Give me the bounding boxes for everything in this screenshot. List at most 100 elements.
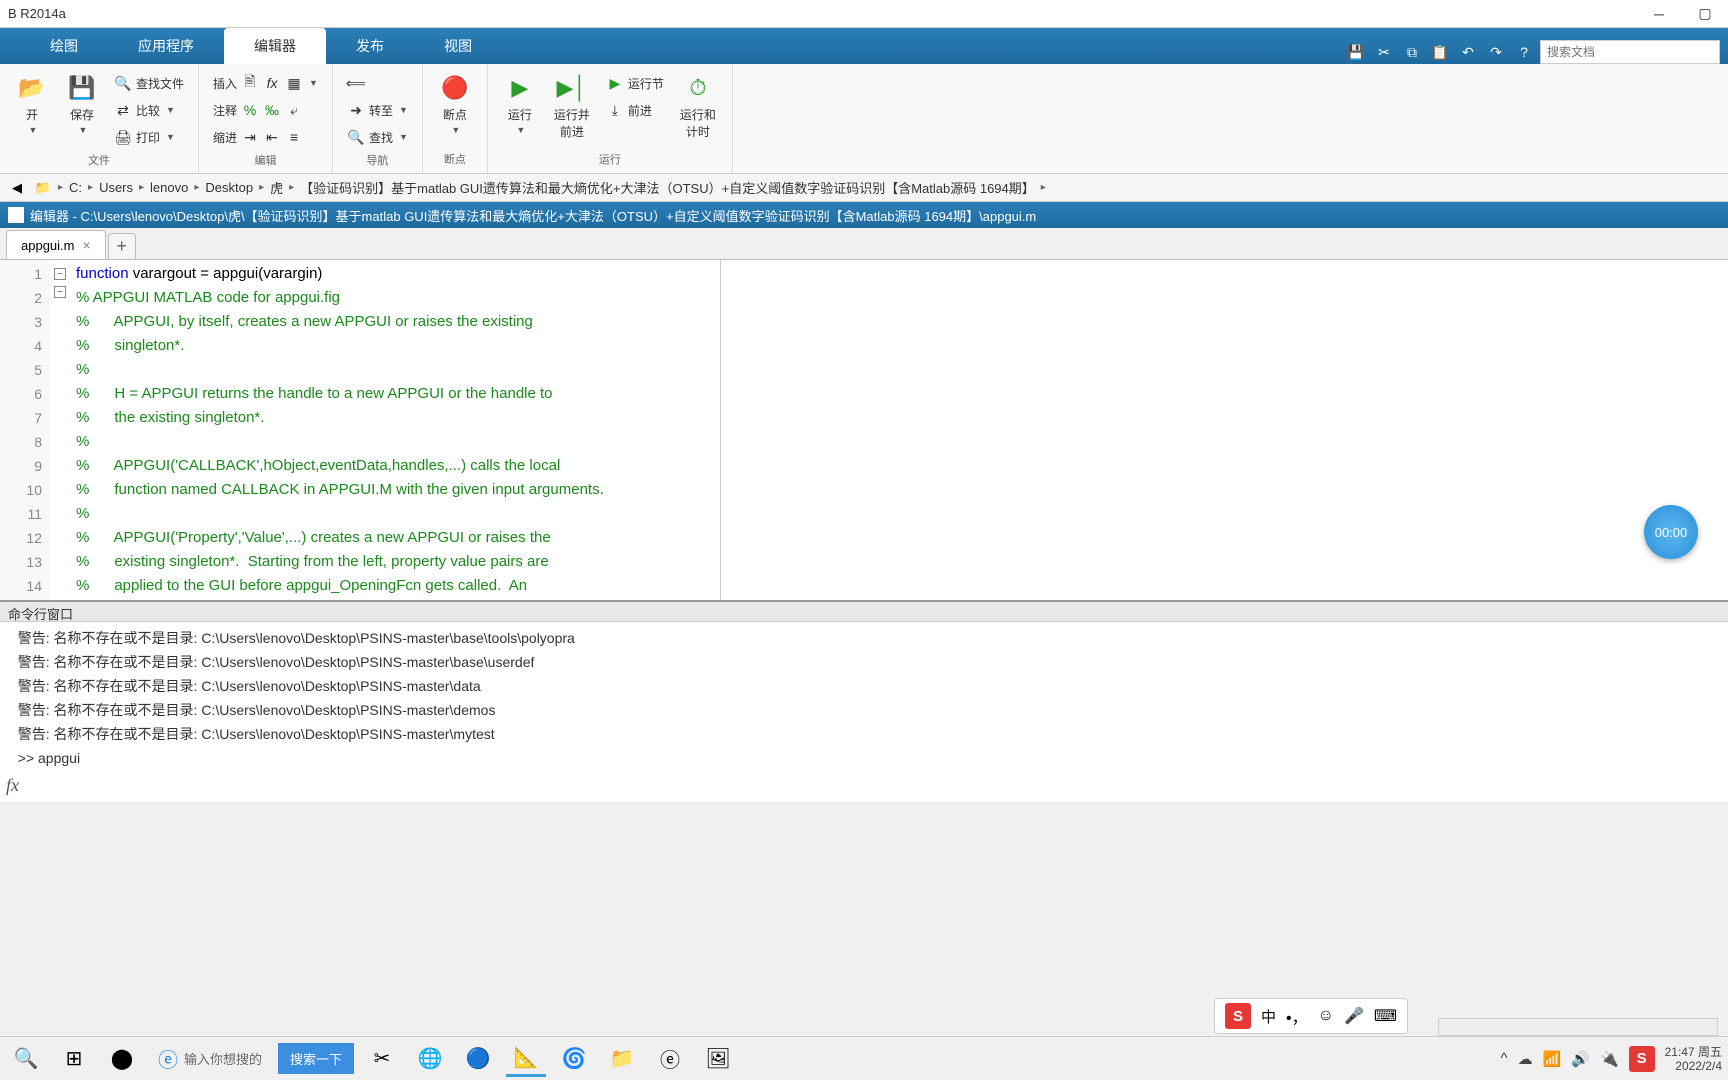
- window-title: B R2014a: [8, 6, 66, 21]
- print-icon: 🖨: [114, 128, 132, 146]
- crumb-desktop[interactable]: Desktop: [203, 180, 255, 195]
- search-docs-input[interactable]: [1540, 40, 1720, 64]
- save-button[interactable]: 💾 保存 ▼: [60, 70, 104, 137]
- file-tab-appgui[interactable]: appgui.m ×: [6, 230, 106, 259]
- crumb-folder1[interactable]: 虎: [268, 178, 285, 197]
- comment-icon: %: [241, 101, 259, 119]
- indent-button[interactable]: 缩进 ⇥ ⇤ ≡: [209, 124, 322, 150]
- battery-icon[interactable]: 🔌: [1600, 1050, 1619, 1068]
- taskbar-search[interactable]: ⓔ 输入你想搜的: [150, 1044, 270, 1073]
- tray-chevron-icon[interactable]: ^: [1501, 1050, 1508, 1067]
- crumb-lenovo[interactable]: lenovo: [148, 180, 190, 195]
- ime-emoji-icon[interactable]: ☺: [1318, 1007, 1334, 1025]
- search-button[interactable]: 搜索一下: [278, 1043, 354, 1074]
- run-section-icon: ▶: [606, 74, 624, 92]
- command-window[interactable]: 警告: 名称不存在或不是目录: C:\Users\lenovo\Desktop\…: [0, 622, 1728, 802]
- task-view-icon[interactable]: ⊞: [54, 1041, 94, 1077]
- window-titlebar: B R2014a ─ ▢: [0, 0, 1728, 28]
- browser-icon[interactable]: 🔵: [458, 1041, 498, 1077]
- status-bar: [1438, 1018, 1718, 1036]
- tray-clock[interactable]: 21:47 周五 2022/2/4: [1665, 1045, 1722, 1073]
- run-time-button[interactable]: ⏱ 运行和 计时: [674, 70, 722, 142]
- windows-taskbar: 🔍 ⊞ ⬤ ⓔ 输入你想搜的 搜索一下 ✂ 🌐 🔵 📐 🌀 📁 ⓔ 🖼 ^ ☁ …: [0, 1036, 1728, 1080]
- tab-apps[interactable]: 应用程序: [108, 28, 224, 64]
- editor-split-divider[interactable]: [720, 260, 721, 600]
- code-editor[interactable]: 1234567891011121314 − − function varargo…: [0, 260, 1728, 600]
- code-content[interactable]: function varargout = appgui(varargin)% A…: [70, 260, 1728, 600]
- tab-view[interactable]: 视图: [414, 28, 502, 64]
- insert-button[interactable]: 插入 🖹 fx ▦▼: [209, 70, 322, 96]
- fold-toggle-icon[interactable]: −: [54, 268, 66, 280]
- chevron-down-icon: ▼: [451, 125, 460, 135]
- back-icon[interactable]: ◀: [6, 177, 28, 199]
- timer-badge[interactable]: 00:00: [1644, 505, 1698, 559]
- open-button[interactable]: 📂 开 ▼: [10, 70, 54, 137]
- insert-section-icon: 🖹: [241, 74, 259, 92]
- folder-icon[interactable]: 📁: [32, 177, 54, 199]
- system-tray: ^ ☁ 📶 🔊 🔌 S 21:47 周五 2022/2/4: [1501, 1045, 1722, 1073]
- obs-icon[interactable]: ⬤: [102, 1041, 142, 1077]
- search-icon[interactable]: 🔍: [6, 1041, 46, 1077]
- run-advance-button[interactable]: ▶│ 运行并 前进: [548, 70, 596, 142]
- print-button[interactable]: 🖨打印▼: [110, 124, 188, 150]
- matlab-icon[interactable]: 📐: [506, 1041, 546, 1077]
- find-button[interactable]: 🔍查找▼: [343, 124, 412, 150]
- compare-button[interactable]: ⇄比较▼: [110, 97, 188, 123]
- compare-icon: ⇄: [114, 101, 132, 119]
- run-button[interactable]: ▶ 运行 ▼: [498, 70, 542, 137]
- run-section-button[interactable]: ▶运行节: [602, 70, 668, 96]
- wifi-icon[interactable]: 📶: [1543, 1050, 1562, 1068]
- sogou-ime-icon[interactable]: S: [1225, 1003, 1251, 1029]
- app-icon-1[interactable]: ✂: [362, 1041, 402, 1077]
- quick-copy-icon[interactable]: ⧉: [1400, 40, 1424, 64]
- quick-save-icon[interactable]: 💾: [1344, 40, 1368, 64]
- ime-lang[interactable]: 中: [1261, 1006, 1276, 1027]
- ime-keyboard-icon[interactable]: ⌨: [1374, 1006, 1397, 1026]
- app-icon-2[interactable]: 🌀: [554, 1041, 594, 1077]
- outdent-icon: ⇤: [263, 128, 281, 146]
- fx-prompt-icon[interactable]: fx: [6, 775, 19, 796]
- maximize-button[interactable]: ▢: [1690, 4, 1720, 24]
- group-label-file: 文件: [10, 150, 188, 170]
- group-label-run: 运行: [498, 149, 722, 169]
- quick-help-icon[interactable]: ?: [1512, 40, 1536, 64]
- ime-tray-icon[interactable]: S: [1629, 1046, 1655, 1072]
- nav-back-button[interactable]: ⟸: [343, 70, 412, 96]
- find-icon: 🔍: [347, 128, 365, 146]
- tab-publish[interactable]: 发布: [326, 28, 414, 64]
- crumb-c[interactable]: C:: [67, 180, 84, 195]
- fold-toggle-icon[interactable]: −: [54, 286, 66, 298]
- add-tab-button[interactable]: +: [108, 233, 136, 259]
- edge-icon[interactable]: ⓔ: [650, 1041, 690, 1077]
- onedrive-icon[interactable]: ☁: [1518, 1050, 1533, 1068]
- chrome-icon[interactable]: 🌐: [410, 1041, 450, 1077]
- close-tab-icon[interactable]: ×: [82, 237, 90, 253]
- explorer-icon[interactable]: 📁: [602, 1041, 642, 1077]
- quick-undo-icon[interactable]: ↶: [1456, 40, 1480, 64]
- crumb-folder2[interactable]: 【验证码识别】基于matlab GUI遗传算法和最大熵优化+大津法（OTSU）+…: [298, 178, 1037, 197]
- quick-redo-icon[interactable]: ↷: [1484, 40, 1508, 64]
- crumb-users[interactable]: Users: [97, 180, 135, 195]
- command-window-title: 命令行窗口: [0, 600, 1728, 622]
- advance-button[interactable]: ⤓前进: [602, 97, 668, 123]
- minimize-button[interactable]: ─: [1644, 4, 1674, 24]
- quick-paste-icon[interactable]: 📋: [1428, 40, 1452, 64]
- ime-voice-icon[interactable]: 🎤: [1344, 1006, 1364, 1026]
- quick-cut-icon[interactable]: ✂: [1372, 40, 1396, 64]
- volume-icon[interactable]: 🔊: [1571, 1050, 1590, 1068]
- tab-plot[interactable]: 绘图: [20, 28, 108, 64]
- tab-editor[interactable]: 编辑器: [224, 28, 326, 64]
- run-icon: ▶: [504, 72, 536, 104]
- group-label-nav: 导航: [343, 150, 412, 170]
- editor-title: 编辑器 - C:\Users\lenovo\Desktop\虎\【验证码识别】基…: [30, 206, 1036, 225]
- breakpoints-button[interactable]: 🔴 断点 ▼: [433, 70, 477, 137]
- wrap-comment-icon: ⤶: [285, 101, 303, 119]
- document-icon: [8, 207, 24, 223]
- findfiles-button[interactable]: 🔍查找文件: [110, 70, 188, 96]
- advance-icon: ⤓: [606, 101, 624, 119]
- photos-icon[interactable]: 🖼: [698, 1041, 738, 1077]
- ime-toolbar[interactable]: S 中 •， ☺ 🎤 ⌨: [1214, 998, 1408, 1034]
- comment-button[interactable]: 注释 % ‰ ⤶: [209, 97, 322, 123]
- ime-punct-icon[interactable]: •，: [1286, 1004, 1308, 1028]
- goto-button[interactable]: ➜转至▼: [343, 97, 412, 123]
